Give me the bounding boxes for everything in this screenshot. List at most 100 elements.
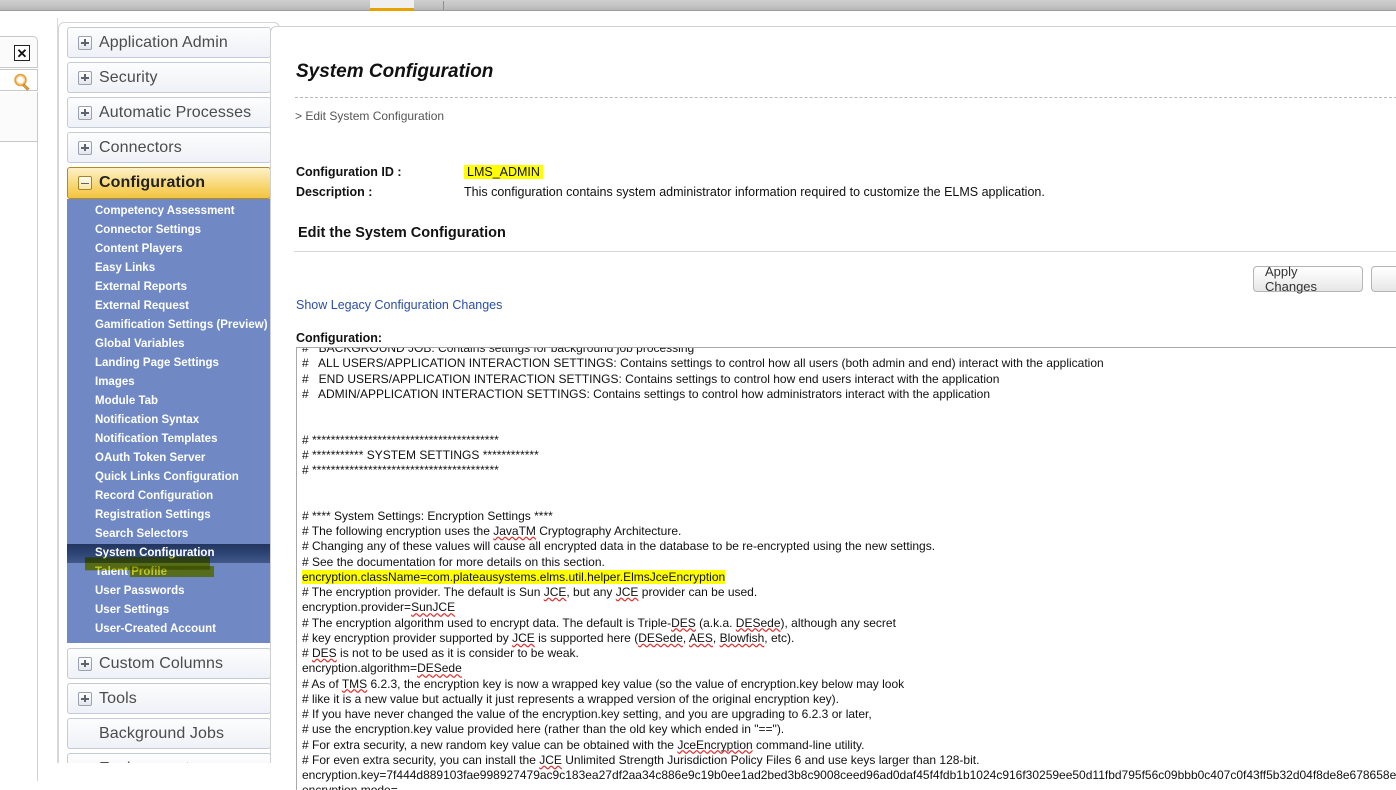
config-line: # As of TMS 6.2.3, the encryption key is… xyxy=(302,676,905,691)
sidebar-item-competency-assessment[interactable]: Competency Assessment xyxy=(67,202,271,221)
sidebar-item-search-selectors[interactable]: Search Selectors xyxy=(67,525,271,544)
sidebar-group-label: Automatic Processes xyxy=(99,103,252,121)
sidebar-item-external-request[interactable]: External Request xyxy=(67,297,271,316)
sidebar-item-record-configuration[interactable]: Record Configuration xyxy=(67,487,271,506)
config-line: # END USERS/APPLICATION INTERACTION SETT… xyxy=(302,371,1000,386)
sidebar-group-tools[interactable]: Tools xyxy=(67,683,271,714)
config-line: encryption.className=com.plateausystems.… xyxy=(302,569,726,584)
sidebar-item-label: Connector Settings xyxy=(95,224,202,236)
config-line: # For even extra security, you can insta… xyxy=(302,752,980,767)
sidebar-submenu: Competency Assessment Connector Settings C… xyxy=(67,199,271,643)
sidebar-item-notification-templates[interactable]: Notification Templates xyxy=(67,430,271,449)
plus-icon xyxy=(78,691,92,706)
sidebar-group-connectors[interactable]: Connectors xyxy=(67,132,271,163)
sidebar-item-oauth-token-server[interactable]: OAuth Token Server xyxy=(67,449,271,468)
config-line xyxy=(302,417,1396,432)
sidebar-item-landing-page-settings[interactable]: Landing Page Settings xyxy=(67,354,271,373)
reset-button[interactable]: Reset xyxy=(1371,266,1396,292)
sidebar-group-label: Background Jobs xyxy=(99,724,225,742)
sidebar-group-automatic-processes[interactable]: Automatic Processes xyxy=(67,97,271,128)
config-line: encryption.provider=SunJCE xyxy=(302,600,456,615)
sidebar-item-label: Easy Links xyxy=(95,262,156,274)
config-line: encryption.mode= xyxy=(302,783,1396,790)
sidebar-group-background-jobs[interactable]: Background Jobs xyxy=(67,718,271,749)
sidebar-item-label: User Passwords xyxy=(95,585,185,597)
sidebar-item-label: Images xyxy=(95,376,135,388)
sidebar-item-module-tab[interactable]: Module Tab xyxy=(67,392,271,411)
sidebar-item-user-passwords[interactable]: User Passwords xyxy=(67,582,271,601)
sidebar-group-application-admin[interactable]: Application Admin xyxy=(67,27,271,58)
show-legacy-configuration-changes-link[interactable]: Show Legacy Configuration Changes xyxy=(296,298,502,312)
sidebar-group-label: Configuration xyxy=(99,174,206,191)
title-divider xyxy=(295,97,1396,98)
sidebar-group-security[interactable]: Security xyxy=(67,62,271,93)
config-line: # The following encryption uses the Java… xyxy=(302,524,682,538)
config-line: encryption.key=7f444d889103fae998927479a… xyxy=(302,768,1396,782)
sidebar-item-registration-settings[interactable]: Registration Settings xyxy=(67,506,271,525)
sidebar-item-quick-links-configuration[interactable]: Quick Links Configuration xyxy=(67,468,271,487)
sidebar-group-custom-columns[interactable]: Custom Columns xyxy=(67,648,271,679)
plus-icon xyxy=(78,105,92,120)
config-line: # The encryption provider. The default i… xyxy=(302,585,758,599)
description-value: This configuration contains system admin… xyxy=(464,185,1045,199)
section-heading: Edit the System Configuration xyxy=(298,225,506,241)
configuration-text: # BACKGROUND JOB: Contains settings for … xyxy=(302,348,1396,790)
sidebar-item-label: OAuth Token Server xyxy=(95,452,206,464)
sidebar-group-label: Security xyxy=(99,68,158,86)
config-line: # If you have never changed the value of… xyxy=(302,707,872,721)
sidebar-item-label: Notification Templates xyxy=(95,433,218,445)
sidebar-group-label: Environment xyxy=(99,760,190,764)
active-tab-indicator[interactable] xyxy=(370,0,414,11)
config-line: # ADMIN/APPLICATION INTERACTION SETTINGS… xyxy=(302,386,991,401)
config-line: # **************************************… xyxy=(302,463,499,477)
sidebar-item-global-variables[interactable]: Global Variables xyxy=(67,335,271,354)
sidebar-item-user-settings[interactable]: User Settings xyxy=(67,601,271,620)
config-line: # **************************************… xyxy=(302,432,499,447)
sidebar-group-label: Connectors xyxy=(99,138,182,156)
config-id-label: Configuration ID : xyxy=(296,165,402,179)
sidebar-item-images[interactable]: Images xyxy=(67,373,271,392)
sidebar-item-label: Registration Settings xyxy=(95,509,211,521)
config-line: # like it is a new value but actually it… xyxy=(302,691,839,706)
config-line xyxy=(302,494,1396,509)
sidebar-item-gamification-settings-preview[interactable]: Gamification Settings (Preview) xyxy=(67,316,271,335)
sidebar-item-label: Landing Page Settings xyxy=(95,357,219,369)
config-line: encryption.algorithm=DESede xyxy=(302,661,462,676)
sidebar-item-easy-links[interactable]: Easy Links xyxy=(67,259,271,278)
plus-icon xyxy=(78,70,92,85)
section-divider xyxy=(294,251,1396,252)
panel-splitter[interactable] xyxy=(41,18,94,763)
sidebar-item-label: Content Players xyxy=(95,243,183,255)
left-utility-panel: ✕ xyxy=(0,18,40,781)
close-icon[interactable]: ✕ xyxy=(14,45,30,61)
plus-icon xyxy=(78,656,92,671)
sidebar-item-connector-settings[interactable]: Connector Settings xyxy=(67,221,271,240)
sidebar-item-external-reports[interactable]: External Reports xyxy=(67,278,271,297)
config-line: # ALL USERS/APPLICATION INTERACTION SETT… xyxy=(302,356,1104,371)
search-icon[interactable] xyxy=(12,72,32,92)
sidebar-item-user-created-account[interactable]: User-Created Account xyxy=(67,620,271,639)
plus-icon xyxy=(78,140,92,155)
config-line: # key encryption provider supported by J… xyxy=(302,630,795,645)
main-content-panel: System Configuration > Edit System Confi… xyxy=(270,26,1396,790)
sidebar-item-system-configuration[interactable]: System Configuration xyxy=(67,544,271,563)
browser-toolbar-strip xyxy=(0,0,1396,11)
sidebar-item-label: Module Tab xyxy=(95,395,159,407)
configuration-label: Configuration: xyxy=(296,331,383,345)
breadcrumb: > Edit System Configuration xyxy=(295,109,445,123)
config-line: # DES is not to be used as it is conside… xyxy=(302,646,579,660)
sidebar-item-label: User Settings xyxy=(95,604,170,616)
sidebar-item-label: Record Configuration xyxy=(95,490,214,502)
sidebar-navigation: Application Admin Security Automatic Pro… xyxy=(58,22,280,763)
config-line: # The encryption algorithm used to encry… xyxy=(302,615,896,630)
sidebar-item-talent-profile[interactable]: Talent Profile xyxy=(67,563,271,582)
apply-changes-button[interactable]: Apply Changes xyxy=(1253,264,1363,294)
sidebar-group-configuration[interactable]: Configuration xyxy=(67,167,279,199)
sidebar-item-label: External Request xyxy=(95,300,189,312)
sidebar-group-environment[interactable]: Environment xyxy=(67,753,271,763)
config-line xyxy=(302,478,1396,493)
sidebar-item-content-players[interactable]: Content Players xyxy=(67,240,271,259)
configuration-textarea[interactable]: # BACKGROUND JOB: Contains settings for … xyxy=(296,347,1396,790)
sidebar-group-label: Custom Columns xyxy=(99,654,224,672)
sidebar-item-notification-syntax[interactable]: Notification Syntax xyxy=(67,411,271,430)
